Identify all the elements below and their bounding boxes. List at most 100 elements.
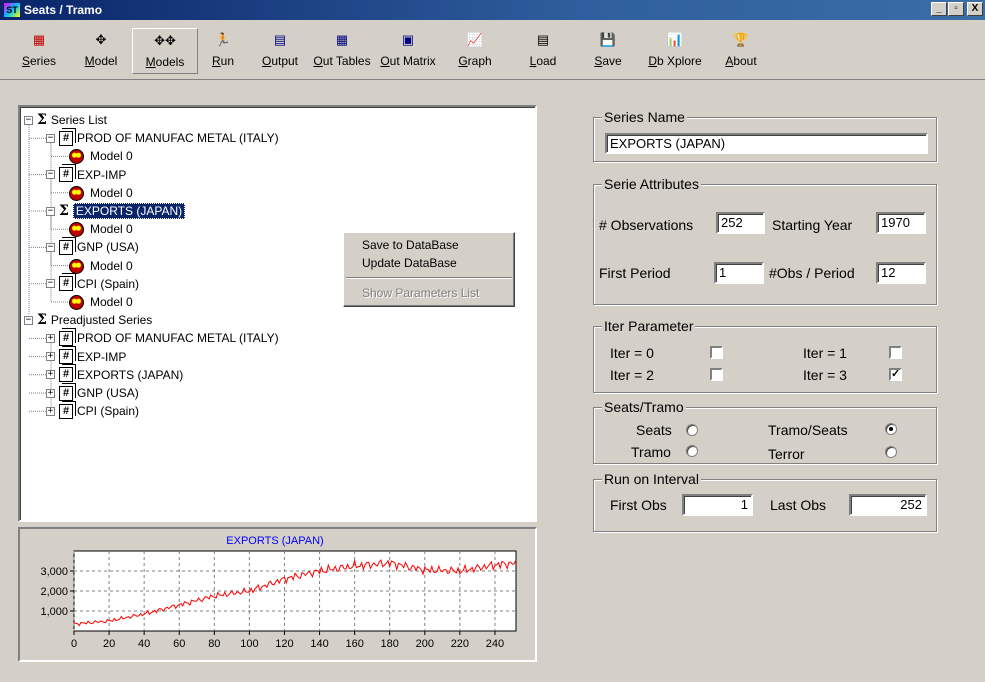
tree-item-series[interactable]: + # CPI (Spain): [46, 402, 139, 420]
tree-item-series[interactable]: + # PROD OF MANUFAC METAL (ITALY): [46, 329, 279, 347]
tree-item-model[interactable]: Model 0: [68, 293, 133, 311]
about-icon: 🏆: [732, 32, 750, 47]
sigma-icon: Σ: [37, 112, 47, 128]
toolbar-button-out-tables[interactable]: ▦ Out Tables: [312, 28, 372, 74]
toolbar-label: Series: [21, 54, 57, 68]
iter-2-label: Iter = 2: [610, 367, 654, 383]
tree-item-series[interactable]: − Σ EXPORTS (JAPAN): [46, 202, 186, 220]
toolbar-button-save[interactable]: 💾 Save: [580, 28, 636, 74]
tree-item-series[interactable]: − # CPI (Spain): [46, 275, 139, 293]
tree-item-series[interactable]: − # EXP-IMP: [46, 166, 126, 184]
save-icon: 💾: [599, 32, 617, 47]
expand-icon[interactable]: +: [46, 406, 55, 416]
x-tick-label: 40: [138, 638, 150, 650]
x-tick-label: 100: [240, 638, 258, 650]
tree-item-series[interactable]: + # EXP-IMP: [46, 348, 126, 366]
collapse-icon[interactable]: −: [46, 279, 55, 289]
toolbar-button-series[interactable]: ▦ Series: [8, 28, 70, 74]
series-name-title: Series Name: [602, 109, 687, 125]
series-name-input[interactable]: EXPORTS (JAPAN): [605, 133, 928, 154]
tree-item-label: PROD OF MANUFAC METAL (ITALY): [77, 331, 279, 346]
tramo-radio[interactable]: [686, 445, 698, 457]
series-icon: #: [59, 239, 73, 255]
tree-item-label: Model 0: [90, 185, 133, 200]
tree-item-model[interactable]: Model 0: [68, 184, 133, 202]
serie-attributes-group: Serie Attributes # Observations 252 Star…: [593, 176, 937, 305]
chart-panel: EXPORTS (JAPAN) 0 20 40 60 80 100 120 140 160 180 2…: [18, 527, 537, 662]
toolbar: ▦ Series ✥ Model ✥✥ Models 🏃 Run ▤ Output ▦ Out Tab…: [0, 20, 985, 80]
toolbar-button-output[interactable]: ▤ Output: [248, 28, 312, 74]
title-bar[interactable]: ST Seats / Tramo _ ▫ X: [0, 0, 985, 20]
observations-input[interactable]: 252: [716, 212, 765, 234]
toolbar-button-models[interactable]: ✥✥ Models: [132, 28, 198, 74]
tree-item-series[interactable]: − # PROD OF MANUFAC METAL (ITALY): [46, 129, 279, 147]
tramo-seats-radio[interactable]: [885, 423, 897, 435]
toolbar-button-about[interactable]: 🏆 About: [714, 28, 768, 74]
collapse-icon[interactable]: −: [46, 133, 55, 143]
collapse-icon[interactable]: −: [46, 206, 55, 216]
tree-item-series[interactable]: − # GNP (USA): [46, 238, 139, 256]
tree-item-series[interactable]: + # EXPORTS (JAPAN): [46, 366, 183, 384]
starting-year-input[interactable]: 1970: [876, 212, 926, 234]
iter-1-checkbox[interactable]: [889, 346, 902, 359]
iter-0-checkbox[interactable]: [710, 346, 723, 359]
terror-radio[interactable]: [885, 446, 897, 458]
series-icon: #: [59, 130, 73, 146]
expand-icon[interactable]: +: [46, 333, 55, 343]
model-face-icon: [68, 149, 86, 165]
out-matrix-icon: ▣: [401, 32, 415, 47]
window-title: Seats / Tramo: [24, 3, 103, 17]
toolbar-button-out-matrix[interactable]: ▣ Out Matrix: [372, 28, 444, 74]
tree-item-group[interactable]: − Σ Series List: [24, 111, 107, 129]
iter-2-checkbox[interactable]: [710, 368, 723, 381]
tree-item-label: Model 0: [90, 149, 133, 164]
collapse-icon[interactable]: −: [46, 242, 55, 252]
toolbar-button-model[interactable]: ✥ Model: [70, 28, 132, 74]
first-obs-input[interactable]: 1: [682, 494, 753, 516]
toolbar-button-run[interactable]: 🏃 Run: [198, 28, 248, 74]
y-tick-label: 1,000: [40, 606, 68, 618]
first-period-input[interactable]: 1: [714, 262, 764, 284]
menu-item-update-database[interactable]: Update DataBase: [362, 256, 457, 270]
toolbar-button-load[interactable]: ▤ Load: [506, 28, 580, 74]
tree-item-label: Model 0: [90, 258, 133, 273]
toolbar-buttons: ▦ Series ✥ Model ✥✥ Models 🏃 Run ▤ Output ▦ Out Tab…: [8, 28, 768, 74]
toolbar-label: Load: [529, 54, 557, 68]
toolbar-label: Run: [211, 54, 235, 68]
close-button[interactable]: X: [967, 2, 983, 16]
x-tick-label: 0: [71, 638, 77, 650]
expand-icon[interactable]: +: [46, 388, 55, 398]
sigma-icon: Σ: [59, 203, 69, 219]
collapse-icon[interactable]: −: [24, 115, 33, 125]
maximize-button[interactable]: ▫: [948, 2, 964, 16]
toolbar-button-db-xplore[interactable]: 📊 Db Xplore: [636, 28, 714, 74]
expand-icon[interactable]: +: [46, 370, 55, 380]
seats-radio[interactable]: [686, 424, 698, 436]
starting-year-label: Starting Year: [772, 217, 853, 233]
minimize-button[interactable]: _: [931, 2, 947, 16]
expand-icon[interactable]: +: [46, 352, 55, 362]
tree-item-model[interactable]: Model 0: [68, 147, 133, 165]
iter-0-label: Iter = 0: [610, 345, 654, 361]
tree-item-group[interactable]: − Σ Preadjusted Series: [24, 311, 152, 329]
models-icon: ✥✥: [154, 33, 176, 48]
menu-item-save-to-database[interactable]: Save to DataBase: [362, 238, 459, 252]
menu-separator: [346, 277, 512, 279]
tree-item-model[interactable]: Model 0: [68, 220, 133, 238]
iter-3-checkbox[interactable]: ✓: [889, 368, 902, 381]
collapse-icon[interactable]: −: [24, 315, 33, 325]
toolbar-button-graph[interactable]: 📈 Graph: [444, 28, 506, 74]
collapse-icon[interactable]: −: [46, 170, 55, 180]
tree-item-series[interactable]: + # GNP (USA): [46, 384, 139, 402]
x-tick-label: 240: [486, 638, 504, 650]
tree-item-label: GNP (USA): [77, 386, 139, 400]
series-icon: #: [59, 167, 73, 183]
toolbar-label: Output: [261, 54, 299, 68]
tree-item-label: Series List: [50, 113, 107, 127]
tree-item-model[interactable]: Model 0: [68, 257, 133, 275]
series-tree[interactable]: − Σ Series List − # PROD OF MANUFAC METAL (IT…: [18, 105, 537, 522]
obs-per-period-input[interactable]: 12: [876, 262, 926, 284]
iter-parameter-title: Iter Parameter: [602, 318, 696, 334]
serie-attributes-title: Serie Attributes: [602, 176, 701, 192]
last-obs-input[interactable]: 252: [849, 494, 927, 516]
